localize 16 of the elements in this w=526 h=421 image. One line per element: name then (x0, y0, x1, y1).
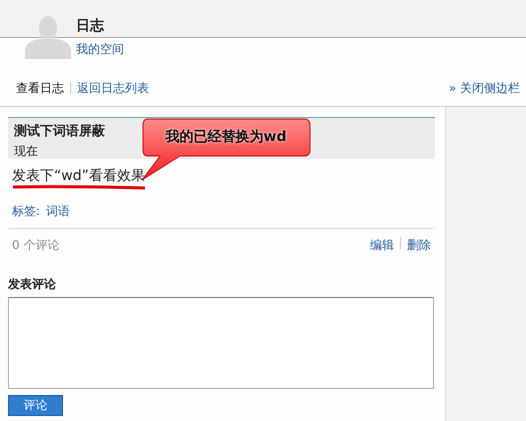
tags-label: 标签: (12, 204, 40, 218)
close-sidebar-link[interactable]: » 关闭侧边栏 (448, 80, 520, 96)
comment-button[interactable]: 评论 (8, 395, 63, 416)
avatar-icon (25, 15, 71, 59)
comment-heading: 发表评论 (8, 276, 57, 293)
action-link[interactable]: 删除 (407, 238, 431, 252)
tag-link[interactable]: 词语 (46, 204, 70, 218)
action-link[interactable]: 编辑 (370, 238, 394, 252)
comment-count: 0 个评论 (12, 237, 60, 254)
post-time: 现在 (14, 143, 38, 160)
my-space-link[interactable]: 我的空间 (76, 41, 124, 58)
tab[interactable]: 查看日志 (16, 80, 64, 96)
comment-field[interactable] (8, 297, 434, 389)
page-title: 日志 (76, 17, 106, 36)
post-title: 测试下词语屏蔽 (14, 123, 105, 140)
tab[interactable]: 返回日志列表 (77, 80, 149, 96)
